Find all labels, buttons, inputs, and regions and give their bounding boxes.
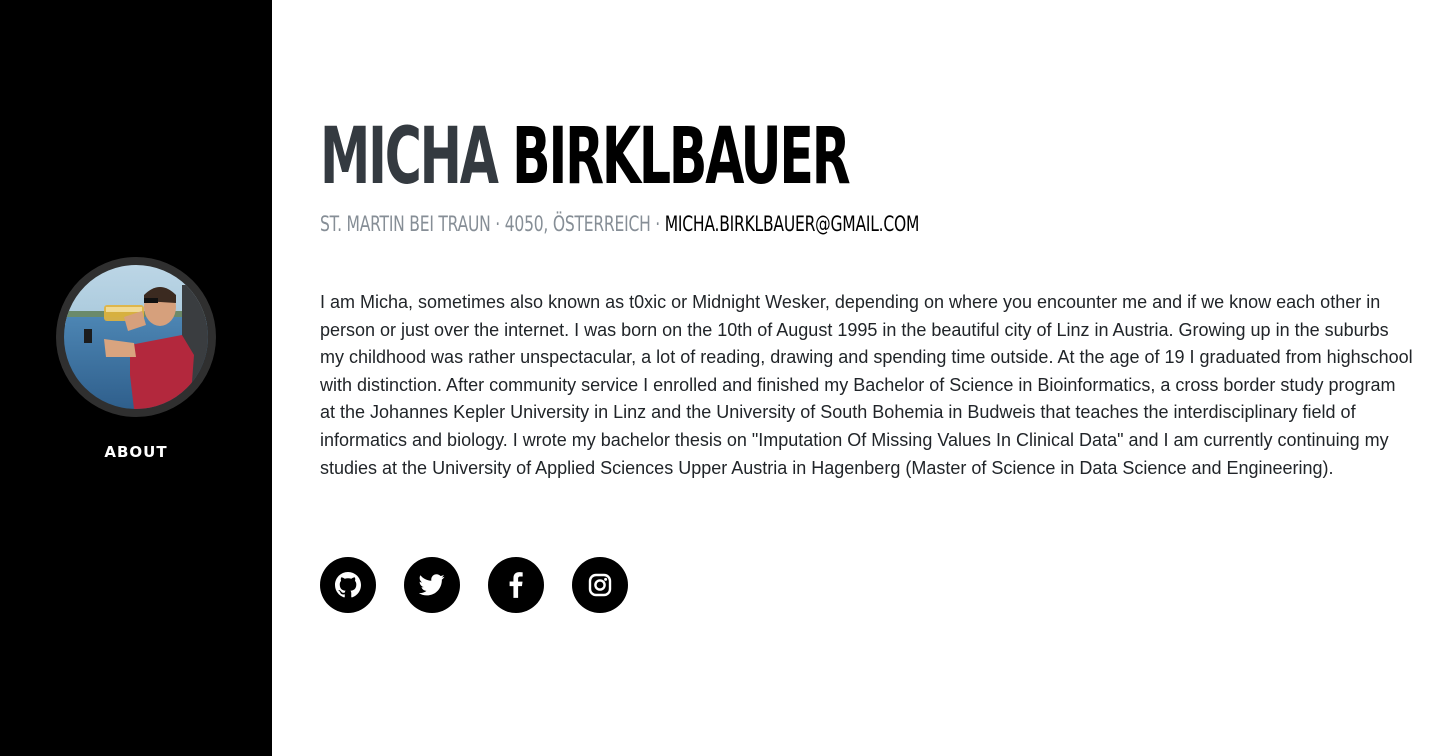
first-name: MICHA <box>320 112 499 202</box>
last-name: BIRKLBAUER <box>512 112 850 202</box>
github-button[interactable] <box>320 557 376 613</box>
twitter-icon <box>419 574 445 596</box>
github-icon <box>335 572 361 598</box>
instagram-icon <box>588 573 612 597</box>
facebook-button[interactable] <box>488 557 544 613</box>
bio-text: I am Micha, sometimes also known as t0xi… <box>320 292 1413 478</box>
social-icons <box>320 557 656 613</box>
profile-photo <box>64 265 208 409</box>
contact-line: ST. MARTIN BEI TRAUN · 4050, ÖSTERREICH … <box>320 210 919 238</box>
twitter-button[interactable] <box>404 557 460 613</box>
page-title: MICHA BIRKLBAUER <box>320 112 851 202</box>
address: ST. MARTIN BEI TRAUN · 4050, ÖSTERREICH … <box>320 212 665 236</box>
instagram-button[interactable] <box>572 557 628 613</box>
sidebar: ABOUT <box>0 0 272 756</box>
avatar <box>56 257 216 417</box>
nav-link-about[interactable]: ABOUT <box>0 443 272 461</box>
email-link[interactable]: MICHA.BIRKLBAUER@GMAIL.COM <box>665 212 920 236</box>
facebook-icon <box>509 572 523 598</box>
